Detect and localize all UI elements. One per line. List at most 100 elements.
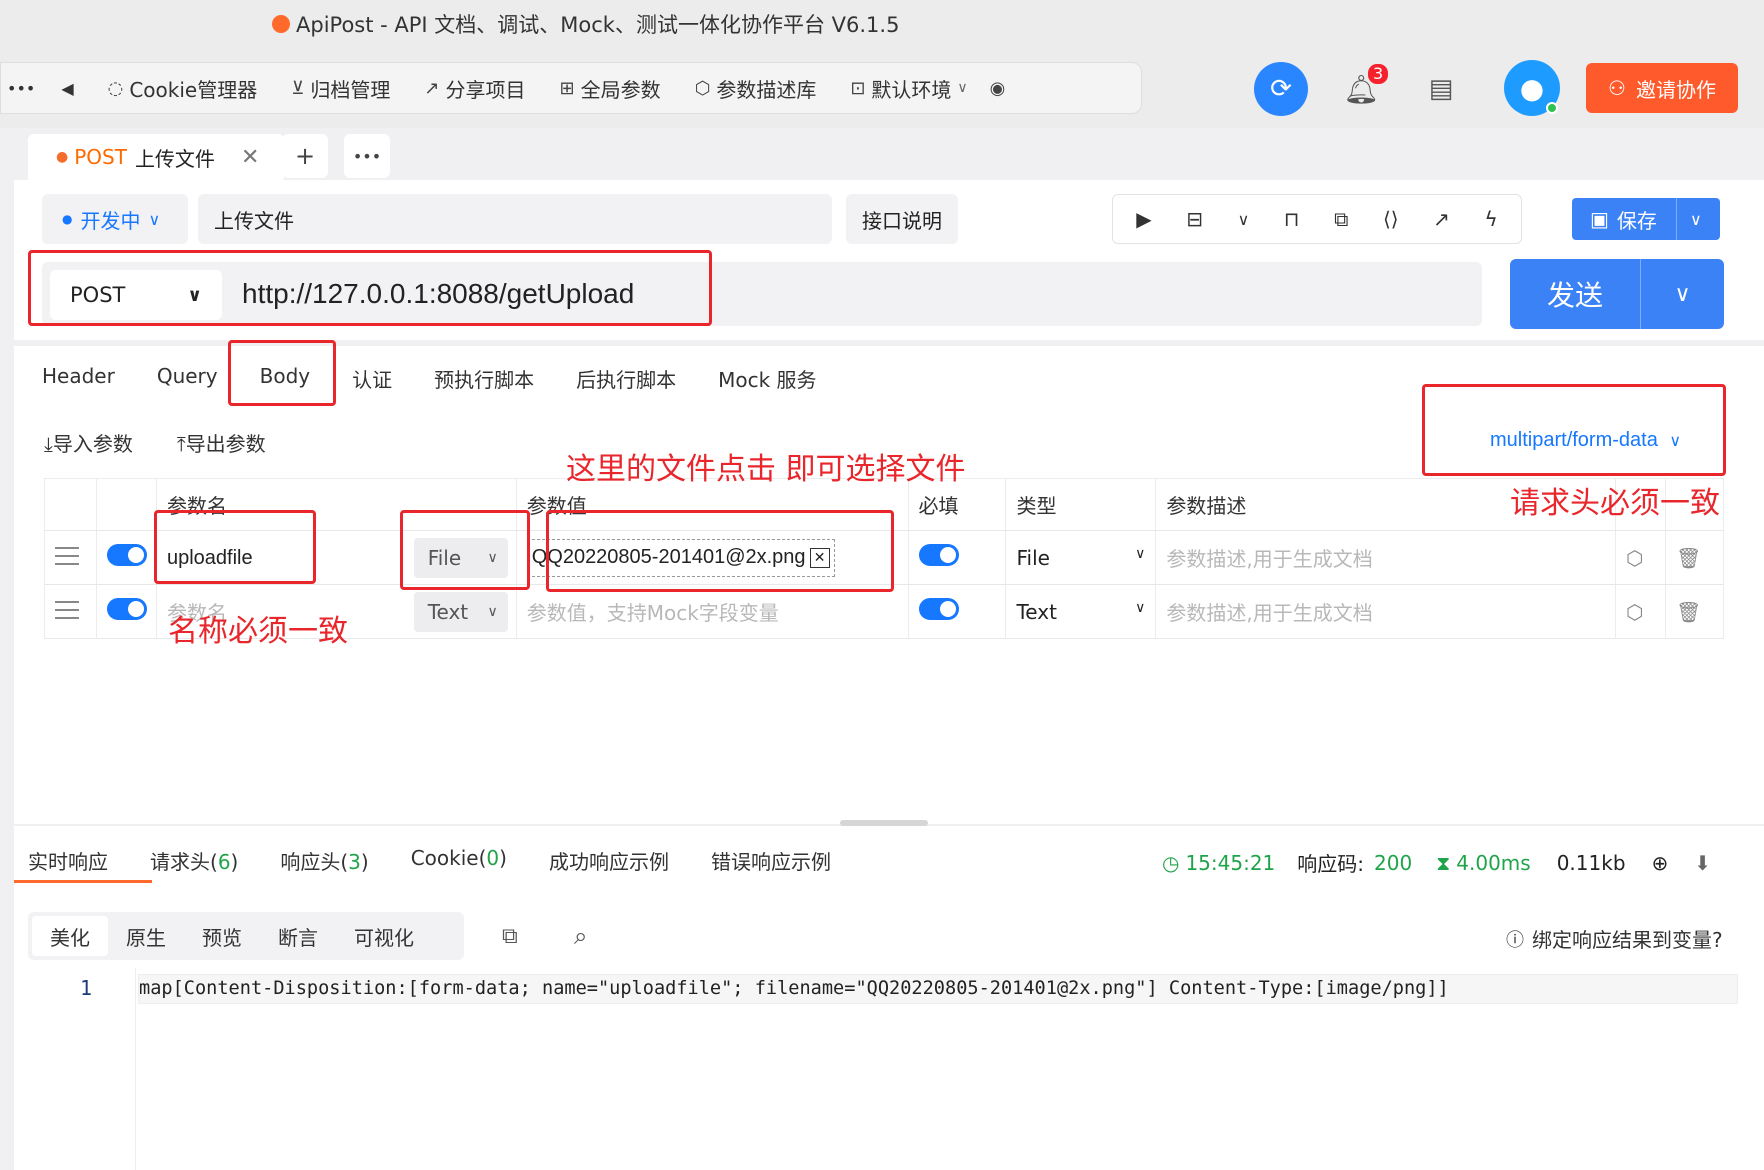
sync-button[interactable]: ⟳	[1254, 62, 1308, 116]
view-preview[interactable]: 预览	[184, 916, 260, 956]
bind-response-variable[interactable]: ⓘ 绑定响应结果到变量?	[1506, 924, 1723, 953]
cookie-manager-button[interactable]: ◌ Cookie管理器	[108, 74, 258, 103]
view-visualize[interactable]: 可视化	[336, 916, 432, 956]
request-tab-active[interactable]: ● POST 上传文件 ✕	[28, 134, 284, 180]
trash-icon[interactable]: 🗑︎	[1676, 546, 1701, 570]
chevron-down-icon: ∨	[1135, 599, 1146, 616]
response-duration: 4.00ms	[1456, 850, 1531, 875]
tab-query[interactable]: Query	[157, 364, 218, 393]
view-assert[interactable]: 断言	[260, 916, 336, 956]
chevron-down-icon[interactable]: ∨	[1238, 210, 1250, 229]
flash-icon[interactable]: ϟ	[1484, 207, 1497, 231]
param-desc-input[interactable]: 参数描述,用于生成文档	[1166, 547, 1372, 571]
api-doc-button[interactable]: 接口说明	[846, 194, 958, 244]
window-title: ApiPost - API 文档、调试、Mock、测试一体化协作平台 V6.1.…	[272, 9, 899, 39]
copy-icon[interactable]: ⧉	[502, 924, 518, 949]
request-action-bar: ▶ ⊟ ∨ ⊓ ⧉ ⟨⟩ ↗ ϟ	[1112, 194, 1522, 244]
save-button[interactable]: ▣ 保存 ∨	[1572, 198, 1720, 240]
back-button[interactable]: ◀	[61, 79, 73, 98]
environment-select[interactable]: ⊡ 默认环境 ∨	[850, 74, 967, 103]
response-size: 0.11kb	[1556, 850, 1626, 875]
tab-live-response[interactable]: 实时响应	[28, 846, 108, 875]
avatar[interactable]: ●	[1504, 60, 1560, 116]
layout-icon[interactable]: ⊟	[1186, 207, 1203, 231]
close-icon[interactable]: ✕	[241, 145, 259, 170]
enable-toggle[interactable]	[106, 544, 147, 566]
request-name-input[interactable]: 上传文件	[198, 194, 832, 244]
globe-icon[interactable]: ⊕	[1652, 851, 1669, 875]
user-icon: ●	[1519, 71, 1545, 105]
eye-button[interactable]: ◉	[990, 78, 1006, 99]
notification-button[interactable]: 🔔︎ 3	[1334, 62, 1389, 116]
status-select[interactable]: ● 开发中 ∨	[42, 194, 188, 244]
search-icon[interactable]: ⌕	[574, 922, 587, 950]
tab-success-example[interactable]: 成功响应示例	[549, 846, 669, 875]
sync-icon: ⟳	[1270, 74, 1292, 104]
tab-header[interactable]: Header	[42, 364, 115, 393]
save-icon: ▣	[1590, 207, 1609, 231]
invite-collaborate-button[interactable]: ⚇ 邀请协作	[1586, 63, 1738, 113]
share-project-button[interactable]: ↗ 分享项目	[424, 74, 525, 103]
env-icon: ⊡	[850, 77, 866, 99]
run-icon[interactable]: ▶	[1136, 207, 1151, 231]
value-type-select[interactable]: Text ∨	[413, 592, 508, 632]
type-select[interactable]: Text ∨	[1016, 600, 1155, 624]
unlock-icon[interactable]: ⊓	[1284, 207, 1300, 231]
required-toggle[interactable]	[918, 598, 959, 620]
archive-button[interactable]: ⊻ 归档管理	[291, 74, 390, 103]
tab-auth[interactable]: 认证	[352, 364, 392, 393]
apipost-logo-icon	[272, 15, 290, 33]
tab-error-example[interactable]: 错误响应示例	[711, 846, 831, 875]
notes-icon: ▤	[1428, 74, 1454, 104]
help-icon: ⓘ	[1506, 929, 1524, 951]
download-icon[interactable]: ⬇	[1694, 851, 1711, 875]
global-params-button[interactable]: ⊞ 全局参数	[560, 74, 661, 103]
status-code-label: 响应码:	[1297, 852, 1365, 876]
upload-icon: ⤒	[176, 432, 186, 456]
share-icon[interactable]: ↗	[1433, 207, 1450, 231]
chevron-down-icon[interactable]: ∨	[1641, 282, 1724, 307]
drag-handle-icon[interactable]	[55, 546, 79, 565]
title-bar: ApiPost - API 文档、调试、Mock、测试一体化协作平台 V6.1.…	[0, 0, 1764, 46]
cube-icon[interactable]: ⬡	[1626, 600, 1643, 624]
tab-more-button[interactable]: •••	[344, 134, 390, 178]
param-desc-lib-button[interactable]: ⬡ 参数描述库	[695, 74, 817, 103]
enable-toggle[interactable]	[106, 598, 147, 620]
trash-icon[interactable]: 🗑︎	[1676, 600, 1701, 624]
tab-mock[interactable]: Mock 服务	[718, 364, 816, 393]
response-meta: ◷ 15:45:21 响应码: 200 ⧗ 4.00ms 0.11kb ⊕ ⬇	[1162, 848, 1711, 877]
tab-name: 上传文件	[134, 146, 215, 171]
more-menu-button[interactable]: •••	[7, 79, 35, 98]
import-params-button[interactable]: ⤓导入参数	[44, 428, 133, 457]
annotation-box-file-type	[400, 510, 530, 590]
add-tab-button[interactable]: +	[282, 134, 328, 178]
copy-icon[interactable]: ⧉	[1334, 207, 1348, 231]
tab-response-headers[interactable]: 响应头(3)	[280, 846, 368, 875]
download-icon: ⤓	[44, 432, 53, 456]
param-desc-input[interactable]: 参数描述,用于生成文档	[1166, 601, 1372, 625]
param-value-input[interactable]: 参数值，支持Mock字段变量	[527, 601, 779, 625]
tab-request-headers[interactable]: 请求头(6)	[150, 846, 238, 875]
send-button[interactable]: 发送 ∨	[1510, 259, 1724, 329]
view-pretty[interactable]: 美化	[32, 916, 108, 956]
annotation-box-param-name	[154, 510, 316, 584]
view-raw[interactable]: 原生	[108, 916, 184, 956]
active-tab-indicator	[14, 880, 152, 883]
annotation-box-file-value	[546, 510, 894, 592]
drag-handle-icon[interactable]	[55, 600, 79, 619]
tab-pre-script[interactable]: 预执行脚本	[434, 364, 534, 393]
notes-button[interactable]: ▤	[1414, 62, 1468, 116]
tab-post-script[interactable]: 后执行脚本	[576, 364, 676, 393]
tab-cookie[interactable]: Cookie(0)	[411, 846, 507, 875]
type-select[interactable]: File ∨	[1016, 546, 1155, 570]
clock-icon: ◷	[1162, 850, 1180, 875]
status-code: 200	[1374, 850, 1413, 875]
response-body-editor[interactable]: 1 map[Content-Disposition:[form-data; na…	[28, 968, 1744, 1170]
save-dropdown-divider	[1676, 198, 1677, 240]
code-icon[interactable]: ⟨⟩	[1383, 207, 1399, 231]
export-params-button[interactable]: ⤒导出参数	[177, 428, 266, 457]
cube-icon[interactable]: ⬡	[1626, 546, 1643, 570]
add-user-icon: ⚇	[1608, 76, 1626, 100]
required-toggle[interactable]	[918, 544, 959, 566]
chevron-down-icon[interactable]: ∨	[1690, 210, 1702, 229]
